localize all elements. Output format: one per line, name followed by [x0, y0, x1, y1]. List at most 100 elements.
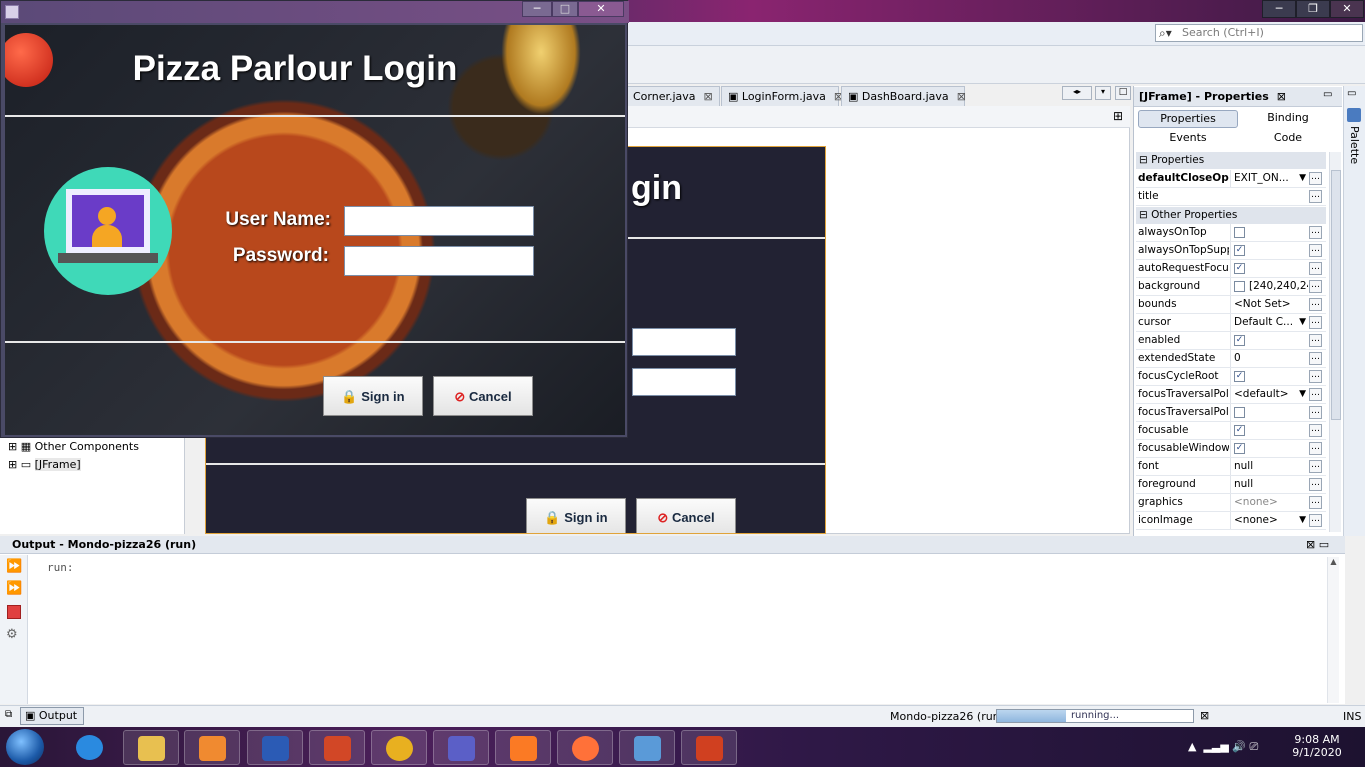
login-minimize-button[interactable]: ─ [522, 1, 552, 17]
property-checkbox[interactable]: ✓ [1234, 424, 1245, 436]
chevron-down-icon[interactable]: ▼ [1299, 170, 1306, 187]
property-row[interactable]: enabled ✓… [1136, 332, 1326, 350]
ellipsis-button[interactable]: … [1309, 460, 1322, 473]
taskbar-word-icon[interactable] [247, 730, 303, 765]
ellipsis-button[interactable]: … [1309, 298, 1322, 311]
property-value[interactable]: null [1230, 458, 1308, 475]
password-input[interactable] [344, 246, 534, 276]
login-close-button[interactable]: ✕ [578, 1, 624, 17]
output-close-icon[interactable]: ⊠ ▭ [1306, 536, 1329, 553]
tray-icons[interactable]: ▲ ▂▃▅ 🔊 ⎚ [1188, 740, 1258, 754]
close-tab-icon[interactable]: ⊠ [704, 90, 713, 103]
property-value[interactable]: ✓ [1230, 260, 1308, 277]
property-row[interactable]: title… [1136, 188, 1326, 206]
close-panel-icon[interactable]: ⊠ [1277, 90, 1286, 103]
property-checkbox[interactable]: ✓ [1234, 442, 1245, 454]
tab-loginform[interactable]: ▣ LoginForm.java ⊠ [721, 86, 843, 106]
chevron-down-icon[interactable]: ▼ [1299, 386, 1306, 403]
cancel-button[interactable]: ⊘ Cancel [433, 376, 533, 416]
tab-scroll-arrows[interactable]: ◂▸ [1062, 86, 1092, 100]
output-scrollbar[interactable]: ▲ [1327, 557, 1339, 703]
add-icon[interactable]: ⊞ [1113, 109, 1123, 123]
ellipsis-button[interactable]: … [1309, 334, 1322, 347]
taskbar-java-icon[interactable] [681, 730, 737, 765]
property-checkbox[interactable] [1234, 406, 1245, 418]
stop-icon[interactable] [7, 605, 21, 619]
property-value[interactable]: null [1230, 476, 1308, 493]
tab-code[interactable]: Code [1240, 130, 1336, 148]
ellipsis-button[interactable]: … [1309, 514, 1322, 527]
palette-label[interactable]: Palette [1348, 126, 1361, 164]
ellipsis-button[interactable]: … [1309, 388, 1322, 401]
search-input[interactable]: Search (Ctrl+I) [1155, 24, 1363, 42]
property-row[interactable]: font null… [1136, 458, 1326, 476]
property-checkbox[interactable] [1234, 226, 1245, 238]
property-row[interactable]: focusableWindowS ✓… [1136, 440, 1326, 458]
taskbar-xampp-icon[interactable] [495, 730, 551, 765]
ellipsis-button[interactable]: … [1309, 226, 1322, 239]
property-row[interactable]: alwaysOnTop… [1136, 224, 1326, 242]
property-value[interactable]: ✓ [1230, 332, 1308, 349]
tree-item-jframe[interactable]: ⊞ ▭ [JFrame] [8, 458, 81, 471]
clock[interactable]: 9:08 AM 9/1/2020 [1286, 733, 1348, 759]
signin-button[interactable]: 🔒 Sign in [323, 376, 423, 416]
chevron-down-icon[interactable]: ▼ [1299, 314, 1306, 331]
ellipsis-button[interactable]: … [1309, 172, 1322, 185]
property-row[interactable]: background [240,240,24… [1136, 278, 1326, 296]
tab-events[interactable]: Events [1138, 130, 1238, 148]
cancel-progress-icon[interactable]: ⊠ [1200, 709, 1209, 722]
property-value[interactable]: ✓ [1230, 242, 1308, 259]
property-row[interactable]: alwaysOnTopSupp ✓… [1136, 242, 1326, 260]
tab-dashboard[interactable]: ▣ DashBoard.java ⊠ [841, 86, 966, 106]
property-row[interactable]: extendedState 0… [1136, 350, 1326, 368]
taskbar-explorer-icon[interactable] [123, 730, 179, 765]
property-row[interactable]: cursor Default C... ▼… [1136, 314, 1326, 332]
start-button[interactable] [6, 729, 44, 765]
property-row[interactable]: defaultCloseOpe EXIT_ON... ▼… [1136, 170, 1326, 188]
property-row[interactable]: iconImage <none> ▼… [1136, 512, 1326, 530]
ellipsis-button[interactable]: … [1309, 406, 1322, 419]
rerun-icon[interactable]: ⏩ [6, 559, 22, 574]
ellipsis-button[interactable]: … [1309, 316, 1322, 329]
property-value[interactable]: 0 [1230, 350, 1308, 367]
ellipsis-button[interactable]: … [1309, 244, 1322, 257]
taskbar-chrome-icon[interactable] [371, 730, 427, 765]
property-value[interactable] [1230, 404, 1308, 421]
properties-scrollbar[interactable] [1329, 152, 1341, 532]
minimize-button[interactable]: ─ [1262, 0, 1296, 18]
ellipsis-button[interactable]: … [1309, 370, 1322, 383]
close-tab-icon[interactable]: ⊠ [957, 90, 966, 103]
tab-properties[interactable]: Properties [1138, 110, 1238, 128]
ellipsis-button[interactable]: … [1309, 352, 1322, 365]
property-row[interactable]: bounds <Not Set>… [1136, 296, 1326, 314]
taskbar-powerpoint-icon[interactable] [309, 730, 365, 765]
minimize-panel-icon[interactable]: ▭ [1323, 89, 1332, 100]
taskbar-firefox-icon[interactable] [557, 730, 613, 765]
tab-binding[interactable]: Binding [1240, 110, 1336, 128]
close-button[interactable]: ✕ [1330, 0, 1364, 18]
taskbar-teams-icon[interactable] [433, 730, 489, 765]
property-value[interactable] [1230, 224, 1308, 241]
settings-icon[interactable]: ⚙ [6, 627, 18, 642]
property-row[interactable]: focusTraversalPoli… [1136, 404, 1326, 422]
ellipsis-button[interactable]: … [1309, 478, 1322, 491]
property-value[interactable]: <none> ▼ [1230, 512, 1308, 529]
taskbar-ie-icon[interactable] [62, 730, 118, 765]
taskbar-virtualbox-icon[interactable] [619, 730, 675, 765]
property-row[interactable]: focusable ✓… [1136, 422, 1326, 440]
ellipsis-button[interactable]: … [1309, 496, 1322, 509]
login-maximize-button[interactable]: □ [552, 1, 578, 17]
ellipsis-button[interactable]: … [1309, 190, 1322, 203]
property-value[interactable]: <Not Set> [1230, 296, 1308, 313]
property-value[interactable]: [240,240,24 [1230, 278, 1308, 295]
property-checkbox[interactable]: ✓ [1234, 244, 1245, 256]
property-checkbox[interactable]: ✓ [1234, 334, 1245, 346]
property-row[interactable]: foreground null… [1136, 476, 1326, 494]
palette-icon[interactable] [1347, 108, 1361, 122]
tree-item-other-components[interactable]: ⊞ ▦ Other Components [8, 440, 139, 453]
section-properties[interactable]: ⊟ Properties [1136, 152, 1326, 169]
property-row[interactable]: autoRequestFocus ✓… [1136, 260, 1326, 278]
property-row[interactable]: focusCycleRoot ✓… [1136, 368, 1326, 386]
maximize-icon[interactable]: ▭ [1347, 88, 1356, 99]
ellipsis-button[interactable]: … [1309, 442, 1322, 455]
